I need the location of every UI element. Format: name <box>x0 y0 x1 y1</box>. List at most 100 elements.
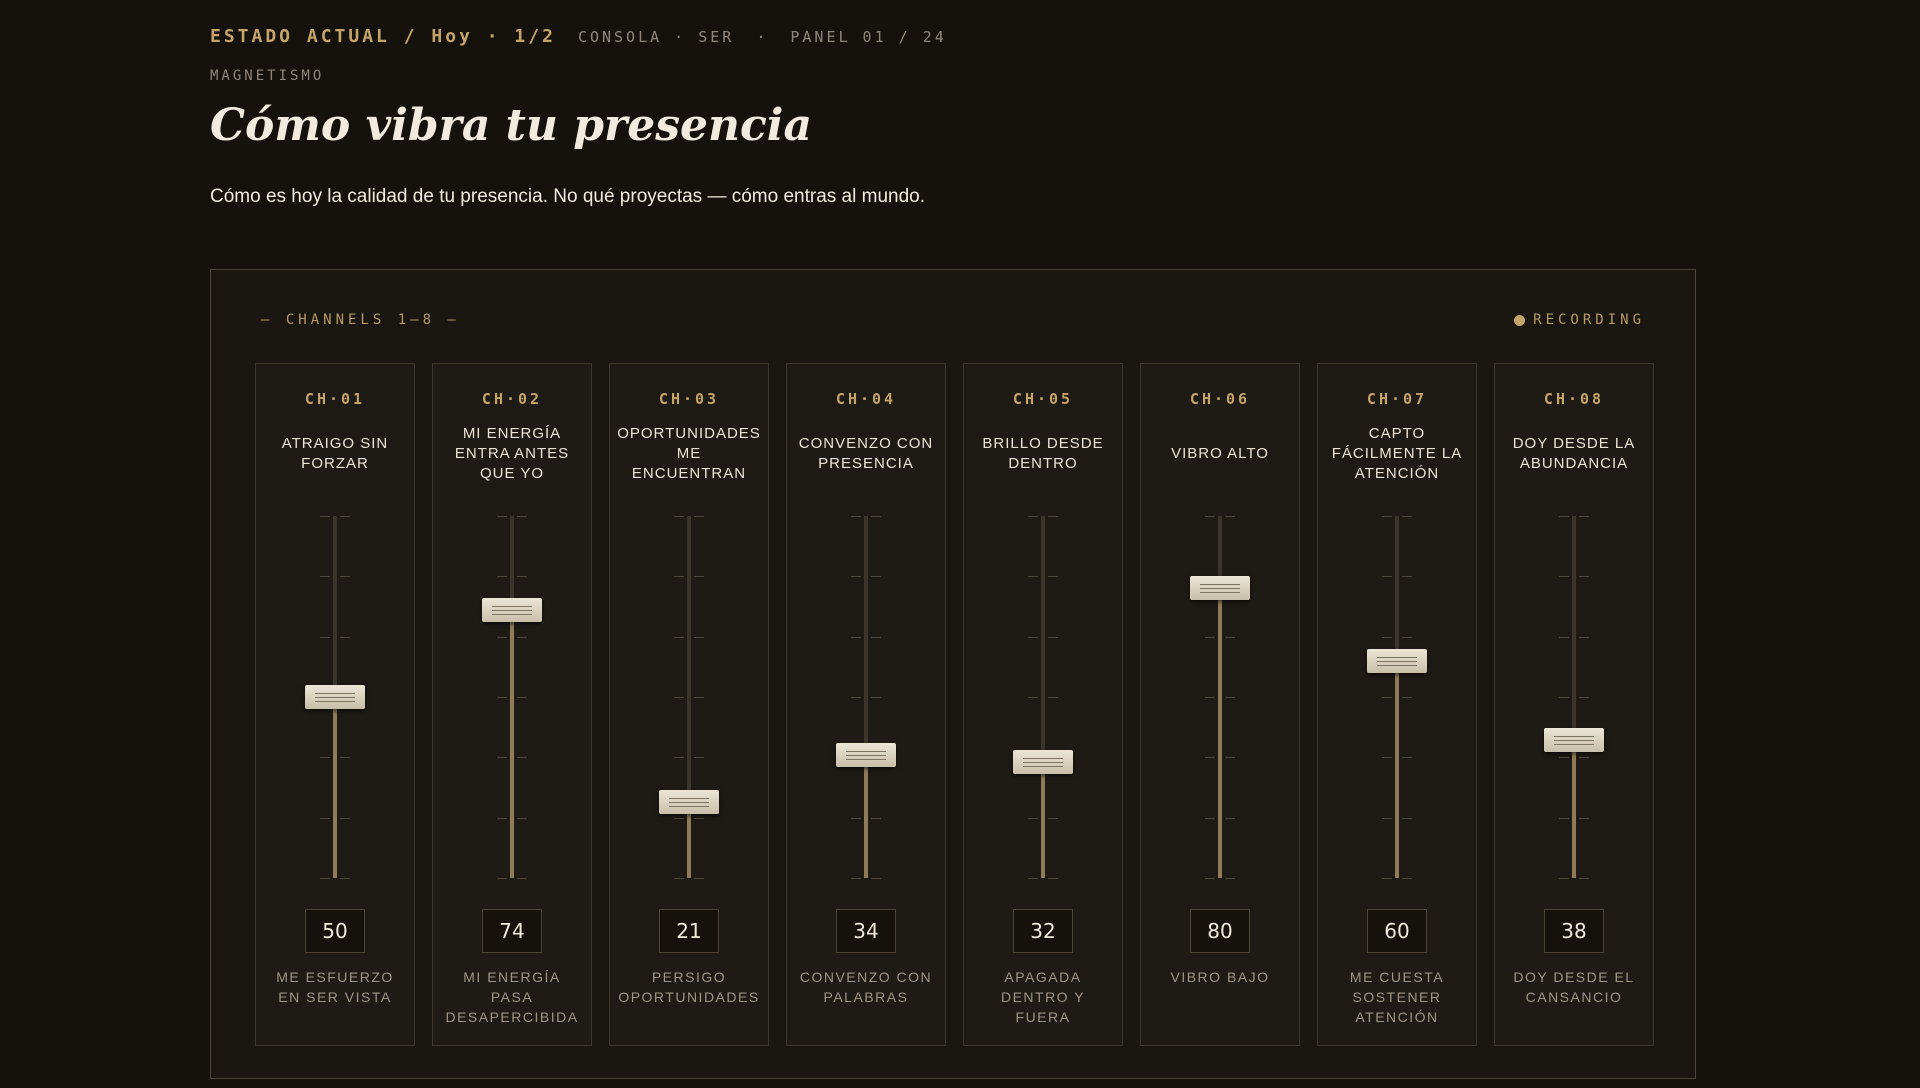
channel-high-label-text: MI ENERGÍA ENTRA ANTES QUE YO <box>454 425 570 482</box>
channel-strip: CH·08 DOY DESDE LA ABUNDANCIA 38 DOY DESDE … <box>1494 363 1654 1046</box>
channel-fader[interactable] <box>1190 516 1250 879</box>
fader-tick <box>1402 697 1412 698</box>
fader-knob[interactable] <box>1544 728 1604 753</box>
fader-tick <box>851 697 861 698</box>
fader-tick <box>1382 636 1392 638</box>
fader-tick <box>851 636 861 638</box>
channel-fader[interactable] <box>1367 516 1427 879</box>
channel-strip: CH·02 MI ENERGÍA ENTRA ANTES QUE YO 74 MI E… <box>432 363 592 1046</box>
fader-tick <box>1402 636 1412 638</box>
fader-tick <box>1205 817 1215 819</box>
channel-high-label: VIBRO ALTO <box>1149 424 1291 484</box>
channel-id: CH·04 <box>835 390 897 408</box>
fader-tick <box>1579 697 1589 698</box>
fader-tick <box>1382 757 1392 759</box>
channel-strip-list: CH·01 ATRAIGO SIN FORZAR 50 ME ESFUERZO EN … <box>255 363 1654 1046</box>
fader-tick <box>517 878 527 879</box>
fader-tick <box>1402 817 1412 819</box>
separator: · <box>756 28 769 46</box>
fader-tick <box>517 576 527 578</box>
fader-tick <box>1225 817 1235 819</box>
channel-high-label-text: CAPTO FÁCILMENTE LA ATENCIÓN <box>1331 425 1463 482</box>
fader-tick <box>1579 878 1589 879</box>
fader-tick <box>1048 576 1058 578</box>
knob-grip-line <box>1023 766 1063 768</box>
fader-tick <box>1028 878 1038 879</box>
channel-fader[interactable] <box>1013 516 1073 879</box>
channel-value: 32 <box>1013 909 1073 953</box>
knob-grip-line <box>492 614 532 616</box>
fader-tick <box>674 697 684 698</box>
fader-tick <box>340 516 350 517</box>
fader-tick <box>674 878 684 879</box>
fader-tick <box>1382 697 1392 698</box>
channel-fader[interactable] <box>1544 516 1604 879</box>
fader-tick <box>340 636 350 638</box>
knob-grip-line <box>1377 664 1417 666</box>
fader-tick <box>1579 636 1589 638</box>
fader-knob[interactable] <box>305 685 365 709</box>
fader-tick <box>517 697 527 698</box>
fader-tick <box>1048 878 1058 879</box>
fader-fill <box>864 754 868 878</box>
knob-grip-line <box>315 697 355 698</box>
fader-tick <box>871 636 881 638</box>
panel-counter: PANEL 01 / 24 <box>790 28 947 46</box>
fader-knob[interactable] <box>1367 648 1427 673</box>
fader-tick <box>851 817 861 819</box>
fader-knob[interactable] <box>1013 750 1073 775</box>
fader-tick <box>1559 757 1569 759</box>
channel-strip: CH·03 OPORTUNIDADES ME ENCUENTRAN 21 PERSIG… <box>609 363 769 1046</box>
channel-value: 38 <box>1544 909 1604 953</box>
fader-knob[interactable] <box>659 789 719 814</box>
channel-strip: CH·07 CAPTO FÁCILMENTE LA ATENCIÓN 60 ME CU… <box>1317 363 1477 1046</box>
fader-tick <box>871 697 881 698</box>
channel-value: 50 <box>305 909 365 953</box>
channel-strip: CH·04 CONVENZO CON PRESENCIA 34 CONVENZO CO… <box>786 363 946 1046</box>
console-label: CONSOLA · SER <box>577 28 735 46</box>
fader-knob[interactable] <box>1190 576 1250 601</box>
channel-low-label: MI ENERGÍA PASA DESAPERCIBIDA <box>445 969 579 1025</box>
recording-indicator: RECORDING <box>1514 312 1645 328</box>
fader-tick <box>320 757 330 759</box>
channel-fader[interactable] <box>836 516 896 879</box>
fader-tick <box>340 878 350 879</box>
recording-label: RECORDING <box>1533 312 1645 328</box>
fader-tick <box>1402 516 1412 517</box>
fader-tick <box>871 516 881 517</box>
fader-tick <box>871 817 881 819</box>
knob-grip-line <box>1554 736 1594 738</box>
fader-tick <box>674 576 684 578</box>
fader-tick <box>694 878 704 879</box>
state-indicator: ESTADO ACTUAL / Hoy · 1/2 <box>210 26 556 47</box>
fader-tick <box>1559 878 1569 879</box>
fader-tick <box>674 757 684 759</box>
fader-knob[interactable] <box>836 742 896 767</box>
fader-tick <box>497 516 507 517</box>
recording-dot-icon <box>1514 314 1526 326</box>
channel-high-label-text: VIBRO ALTO <box>1171 445 1269 462</box>
fader-tick <box>1402 757 1412 759</box>
channel-high-label: BRILLO DESDE DENTRO <box>972 424 1114 484</box>
fader-tick <box>694 757 704 759</box>
channel-fader[interactable] <box>305 516 365 879</box>
channel-fader[interactable] <box>659 516 719 879</box>
fader-tick <box>517 817 527 819</box>
fader-tick <box>1579 817 1589 819</box>
knob-grip-line <box>846 758 886 760</box>
fader-tick <box>1205 697 1215 698</box>
fader-tick <box>851 878 861 879</box>
fader-tick <box>1559 697 1569 698</box>
fader-tick <box>1382 576 1392 578</box>
channel-low-label: CONVENZO CON PALABRAS <box>799 969 933 1005</box>
fader-tick <box>1048 636 1058 638</box>
fader-knob[interactable] <box>482 598 542 623</box>
fader-tick <box>1225 636 1235 638</box>
fader-tick <box>1225 878 1235 879</box>
channel-fader[interactable] <box>482 516 542 879</box>
fader-fill <box>1218 588 1222 878</box>
channel-low-label: ME ESFUERZO EN SER VISTA <box>276 969 394 1005</box>
channel-high-label-text: CONVENZO CON PRESENCIA <box>798 435 934 472</box>
fader-tick <box>1028 516 1038 517</box>
section-eyebrow: MAGNETISMO <box>210 68 325 84</box>
